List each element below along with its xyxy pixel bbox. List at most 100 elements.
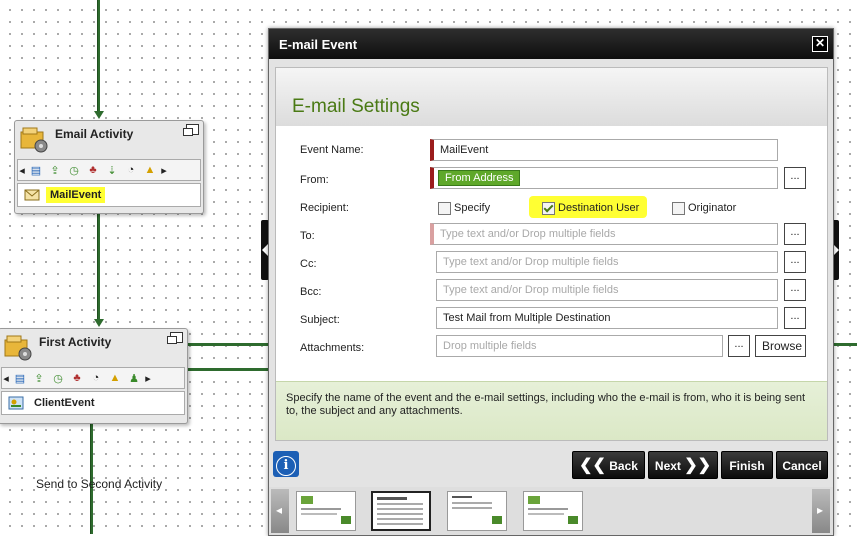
thumbnails-scroll-right[interactable]: ▸	[812, 489, 830, 533]
step-thumbnail[interactable]	[523, 491, 583, 531]
next-button[interactable]: Next ❯❯	[648, 451, 718, 479]
user-icon[interactable]: ♟	[125, 370, 143, 386]
from-address-tag[interactable]: From Address	[438, 170, 521, 186]
activity-event-row[interactable]: MailEvent	[17, 183, 201, 207]
subject-label: Subject:	[300, 314, 340, 326]
export-icon[interactable]: ⇪	[30, 370, 48, 386]
specify-checkbox[interactable]	[438, 202, 451, 215]
activity-toolbar: ◂ ▤ ⇪ ◷ ♣ ⇣ ◔ ▲ ▸	[17, 159, 201, 181]
properties-icon[interactable]: ▤	[11, 370, 29, 386]
export-icon[interactable]: ⇪	[46, 162, 64, 178]
scroll-left-icon[interactable]: ◂	[2, 370, 10, 386]
specify-label: Specify	[454, 202, 491, 214]
from-input[interactable]: From Address	[430, 167, 778, 189]
maximize-icon[interactable]	[183, 124, 199, 136]
maximize-icon[interactable]	[167, 332, 183, 344]
event-name-input[interactable]: MailEvent	[430, 139, 778, 161]
back-chevron-icon: ❮❮	[579, 457, 606, 474]
back-button[interactable]: ❮❮ Back	[572, 451, 645, 479]
finish-button[interactable]: Finish	[721, 451, 773, 479]
dialog-titlebar: E-mail Event ✕	[269, 29, 833, 59]
connector-arrow	[94, 111, 104, 119]
connector-line	[832, 343, 857, 346]
step-thumbnails: ◂ ▸	[269, 487, 833, 535]
chevron-right-icon: ▸	[817, 503, 824, 517]
rules-icon[interactable]: ◷	[65, 162, 83, 178]
from-label: From:	[300, 174, 329, 186]
settings-panel: E-mail Settings Event Name: MailEvent Fr…	[275, 67, 828, 441]
to-browse-dots-button[interactable]: ...	[784, 223, 806, 245]
cc-input[interactable]: Type text and/or Drop multiple fields	[436, 251, 778, 273]
properties-icon[interactable]: ▤	[27, 162, 45, 178]
activity-event-row[interactable]: ClientEvent	[1, 391, 185, 415]
event-name-label: Event Name:	[300, 144, 364, 156]
client-event-label: ClientEvent	[34, 397, 95, 409]
step-thumbnail[interactable]	[296, 491, 356, 531]
mail-event-label: MailEvent	[46, 187, 106, 203]
scroll-right-icon[interactable]: ▸	[144, 370, 152, 386]
originator-label: Originator	[688, 202, 737, 214]
cancel-button[interactable]: Cancel	[776, 451, 828, 479]
connector-line	[188, 368, 268, 371]
scroll-left-icon[interactable]: ◂	[18, 162, 26, 178]
bcc-label: Bcc:	[300, 286, 322, 298]
destination-user-checkbox[interactable]	[542, 202, 555, 215]
participants-icon[interactable]: ♣	[68, 370, 86, 386]
back-label: Back	[609, 459, 638, 473]
panel-title: E-mail Settings	[292, 96, 420, 117]
cc-browse-dots-button[interactable]: ...	[784, 251, 806, 273]
subject-browse-dots-button[interactable]: ...	[784, 307, 806, 329]
activity-title: First Activity	[39, 335, 112, 349]
attachments-browse-dots-button[interactable]: ...	[728, 335, 750, 357]
step-thumbnail-current[interactable]	[371, 491, 431, 531]
from-browse-dots-button[interactable]: ...	[784, 167, 806, 189]
connector-arrow	[94, 319, 104, 327]
bcc-browse-dots-button[interactable]: ...	[784, 279, 806, 301]
thumbnails-scroll-left[interactable]: ◂	[271, 489, 289, 533]
warning-icon[interactable]: ▲	[106, 370, 124, 386]
help-text: Specify the name of the event and the e-…	[286, 392, 806, 417]
wizard-button-bar: i ❮❮ Back Next ❯❯ Finish Cancel	[269, 447, 833, 485]
clock-icon[interactable]: ◔	[87, 370, 105, 386]
subject-input[interactable]: Test Mail from Multiple Destination	[436, 307, 778, 329]
next-chevron-icon: ❯❯	[684, 457, 712, 474]
thumbnail-preview-icon	[452, 496, 502, 524]
cc-label: Cc:	[300, 258, 317, 270]
warning-icon[interactable]: ▲	[141, 162, 159, 178]
email-event-dialog: E-mail Event ✕ E-mail Settings Event Nam…	[268, 28, 834, 536]
dialog-title: E-mail Event	[279, 37, 358, 52]
rules-icon[interactable]: ◷	[49, 370, 67, 386]
thumbnail-preview-icon	[301, 496, 351, 524]
clock-icon[interactable]: ◔	[122, 162, 140, 178]
line-label: Send to Second Activity	[36, 477, 163, 491]
close-icon[interactable]: ✕	[812, 36, 828, 52]
originator-checkbox[interactable]	[672, 202, 685, 215]
recipient-label: Recipient:	[300, 202, 349, 214]
participants-icon[interactable]: ♣	[84, 162, 102, 178]
help-panel: Specify the name of the event and the e-…	[276, 381, 827, 440]
destination-user-label: Destination User	[558, 202, 640, 214]
email-activity[interactable]: Email Activity ◂ ▤ ⇪ ◷ ♣ ⇣ ◔ ▲ ▸ MailEve…	[14, 120, 204, 214]
next-label: Next	[654, 459, 681, 473]
to-input[interactable]: Type text and/or Drop multiple fields	[430, 223, 778, 245]
attachments-label: Attachments:	[300, 342, 365, 354]
browse-button[interactable]: Browse	[755, 335, 806, 357]
step-thumbnail[interactable]	[447, 491, 507, 531]
to-label: To:	[300, 230, 315, 242]
activity-icon	[4, 335, 32, 361]
attachments-input[interactable]: Drop multiple fields	[436, 335, 723, 357]
first-activity[interactable]: First Activity ◂ ▤ ⇪ ◷ ♣ ◔ ▲ ♟ ▸ ClientE…	[0, 328, 188, 424]
destination-icon[interactable]: ⇣	[103, 162, 121, 178]
connector-line	[97, 0, 100, 112]
thumbnail-preview-icon	[377, 497, 423, 525]
info-icon: i	[276, 456, 296, 476]
client-event-icon	[8, 396, 24, 410]
info-button[interactable]: i	[273, 451, 299, 477]
chevron-left-icon: ◂	[276, 503, 283, 517]
bcc-input[interactable]: Type text and/or Drop multiple fields	[436, 279, 778, 301]
thumbnail-preview-icon	[528, 496, 578, 524]
panel-header: E-mail Settings	[276, 68, 827, 126]
connector-line	[188, 343, 268, 346]
connector-line	[97, 214, 100, 320]
scroll-right-icon[interactable]: ▸	[160, 162, 168, 178]
